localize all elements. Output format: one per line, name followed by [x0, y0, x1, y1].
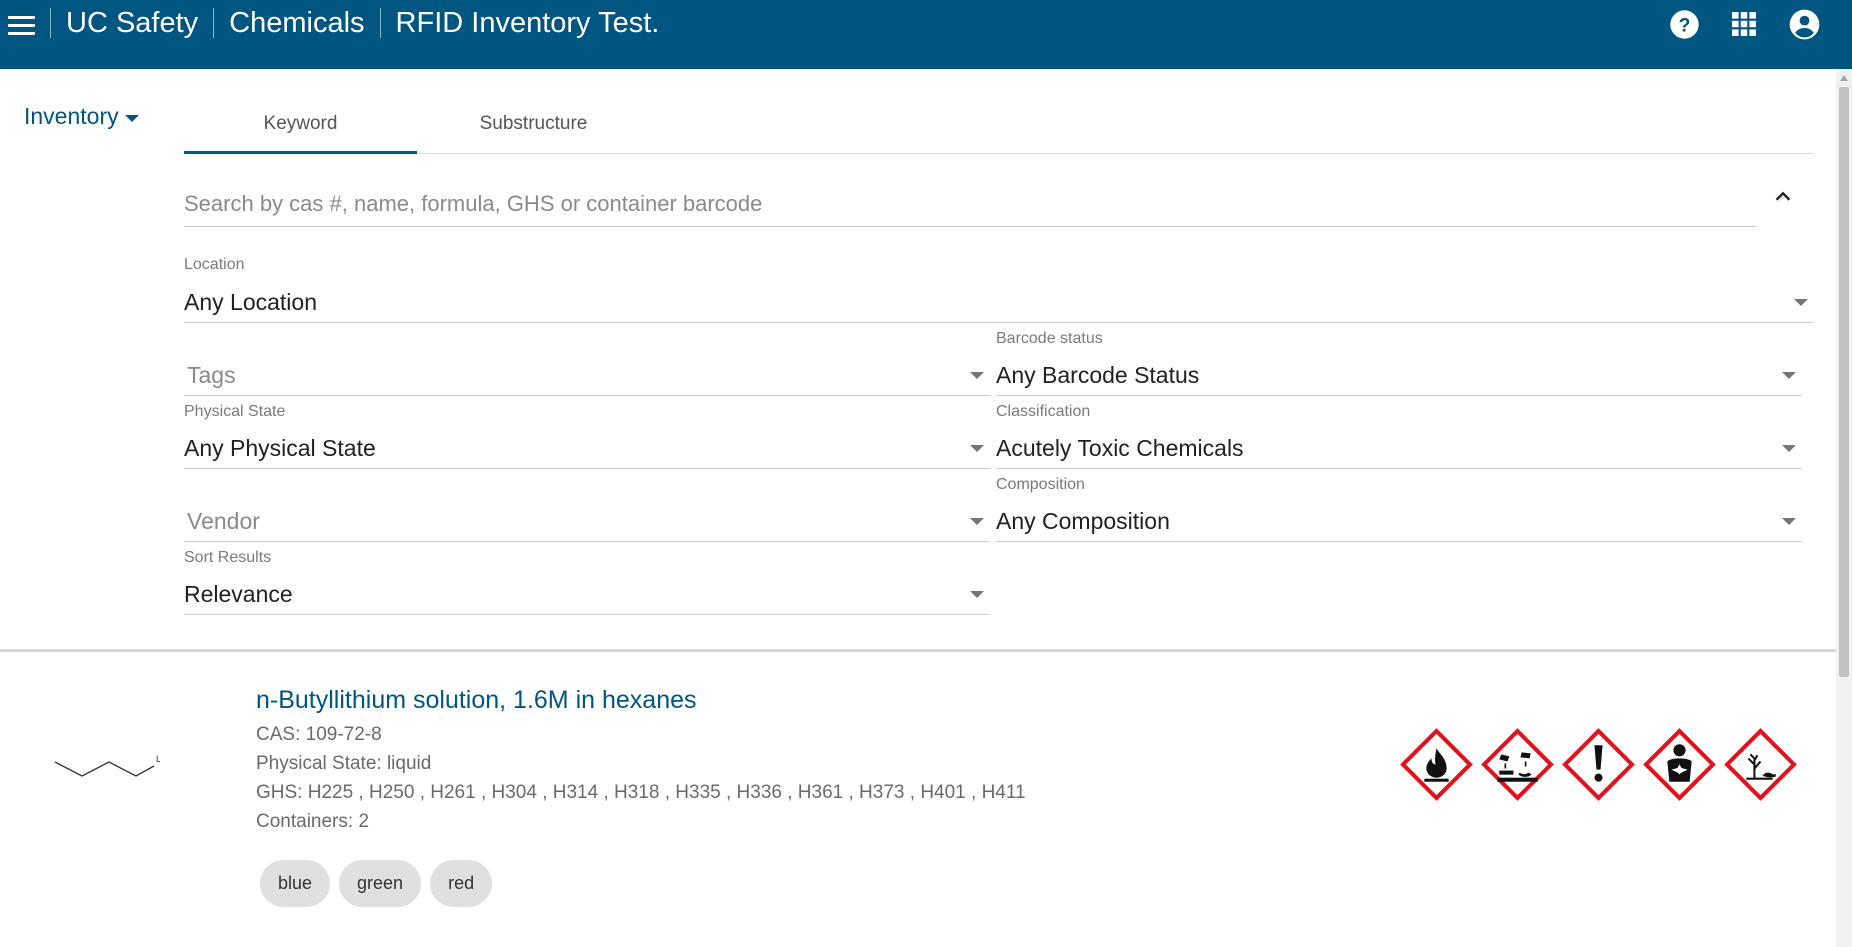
top-app-bar: UC Safety Chemicals RFID Inventory Test.…	[0, 0, 1852, 69]
flame-icon	[1400, 728, 1473, 801]
ghs-codes: GHS: H225 , H250 , H261 , H304 , H314 , …	[256, 782, 1026, 803]
health-hazard-icon	[1643, 728, 1716, 801]
barcode-status-label: Barcode status	[996, 330, 1103, 347]
sort-results-value: Relevance	[184, 581, 293, 607]
location-label: Location	[184, 256, 245, 273]
dropdown-arrow-icon	[970, 445, 984, 452]
dropdown-arrow-icon	[970, 591, 984, 598]
location-value: Any Location	[184, 289, 317, 315]
breadcrumb-uc-safety[interactable]: UC Safety	[66, 7, 198, 40]
inventory-dropdown-label: Inventory	[24, 103, 119, 129]
tab-substructure[interactable]: Substructure	[417, 94, 650, 154]
barcode-status-select[interactable]: Barcode status Any Barcode Status	[996, 330, 1802, 396]
corrosion-icon	[1481, 728, 1554, 801]
chemical-name-link[interactable]: n-Butyllithium solution, 1.6M in hexanes	[256, 686, 697, 715]
dropdown-arrow-icon	[1794, 299, 1808, 306]
search-field	[184, 185, 1756, 227]
dropdown-arrow-icon	[1782, 518, 1796, 525]
environment-icon	[1724, 728, 1797, 801]
vendor-placeholder: Vendor	[187, 508, 260, 534]
breadcrumb-inventory-name[interactable]: RFID Inventory Test.	[396, 7, 660, 40]
section-divider	[0, 649, 1836, 652]
tags-select[interactable]: Tags	[184, 330, 990, 396]
help-icon[interactable]: ?	[1668, 8, 1700, 40]
physical-state-text: Physical State: liquid	[256, 753, 432, 774]
physical-state-select[interactable]: Physical State Any Physical State	[184, 403, 990, 469]
barcode-status-value: Any Barcode Status	[996, 362, 1200, 388]
location-select[interactable]: Location Any Location	[184, 256, 1814, 323]
exclamation-mark-icon	[1562, 728, 1635, 801]
composition-value: Any Composition	[996, 508, 1170, 534]
chemical-structure-image: Li	[50, 748, 163, 784]
sort-results-label: Sort Results	[184, 549, 272, 566]
svg-text:?: ?	[1678, 14, 1690, 36]
dropdown-arrow-icon	[1782, 372, 1796, 379]
cas-number: CAS: 109-72-8	[256, 724, 382, 745]
vendor-select[interactable]: Vendor	[184, 476, 990, 542]
sort-results-select[interactable]: Sort Results Relevance	[184, 549, 990, 615]
classification-label: Classification	[996, 403, 1091, 420]
caret-down-icon	[124, 114, 139, 122]
tag-chip-blue[interactable]: blue	[260, 860, 331, 907]
containers-count: Containers: 2	[256, 811, 370, 832]
dropdown-arrow-icon	[970, 518, 984, 525]
composition-select[interactable]: Composition Any Composition	[996, 476, 1802, 542]
physical-state-value: Any Physical State	[184, 435, 376, 461]
inventory-dropdown[interactable]: Inventory	[24, 103, 139, 130]
dropdown-arrow-icon	[970, 372, 984, 379]
classification-select[interactable]: Classification Acutely Toxic Chemicals	[996, 403, 1802, 469]
tags-placeholder: Tags	[187, 362, 236, 388]
breadcrumb-divider	[379, 8, 381, 38]
breadcrumb-divider	[213, 8, 215, 38]
breadcrumb: UC Safety Chemicals RFID Inventory Test.	[50, 6, 659, 40]
tag-chip-green[interactable]: green	[339, 860, 422, 907]
active-tab-indicator	[184, 151, 417, 154]
classification-value: Acutely Toxic Chemicals	[996, 435, 1244, 461]
menu-icon[interactable]	[5, 8, 39, 42]
search-tabs: Keyword Substructure	[184, 94, 1814, 154]
physical-state-label: Physical State	[184, 403, 286, 420]
tab-keyword[interactable]: Keyword	[184, 94, 417, 154]
breadcrumb-divider	[50, 8, 51, 38]
tag-chips: blue green red	[260, 860, 493, 907]
page-scrollbar[interactable]	[1836, 69, 1852, 947]
breadcrumb-chemicals[interactable]: Chemicals	[229, 7, 364, 40]
scrollbar-thumb[interactable]	[1839, 87, 1849, 677]
account-circle-icon[interactable]	[1788, 8, 1820, 40]
apps-grid-icon[interactable]	[1728, 8, 1760, 40]
ghs-pictograms	[1400, 728, 1797, 801]
composition-label: Composition	[996, 476, 1085, 493]
svg-text:Li: Li	[156, 754, 160, 764]
search-input[interactable]	[184, 185, 1756, 223]
scroll-up-icon[interactable]	[1840, 75, 1848, 81]
dropdown-arrow-icon	[1782, 445, 1796, 452]
tag-chip-red[interactable]: red	[430, 860, 493, 907]
chevron-up-icon[interactable]	[1772, 186, 1796, 210]
